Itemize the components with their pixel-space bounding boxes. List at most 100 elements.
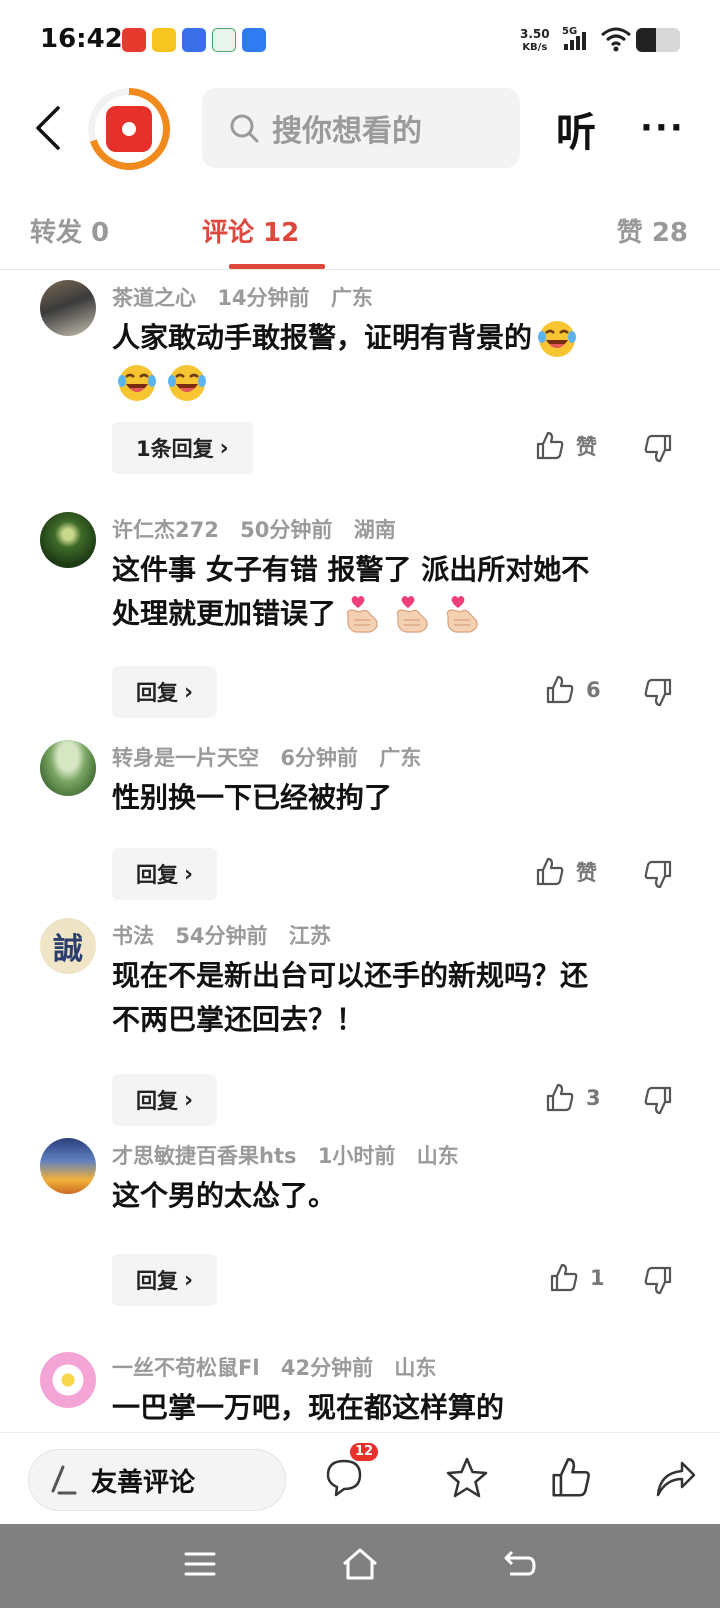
laughing-tears-emoji-icon	[116, 362, 158, 404]
net-speed-value: 3.50	[520, 27, 550, 41]
comment-author[interactable]: 转身是一片天空	[112, 746, 259, 770]
comment-time: 42分钟前	[280, 1356, 374, 1380]
finger-heart-emoji-icon	[440, 594, 482, 636]
comment-text-line: 不两巴掌还回去？！	[112, 1003, 365, 1036]
reply-button[interactable]: 回复 ›	[112, 848, 218, 900]
comment-author[interactable]: 书法	[112, 924, 154, 948]
like-button[interactable]: 3	[544, 1082, 601, 1114]
comment-tabs: 转发 0 评论 12 赞 28	[0, 200, 720, 270]
like-count: 1	[590, 1266, 605, 1290]
avatar[interactable]	[40, 1138, 96, 1194]
blue-app-icon	[242, 28, 266, 52]
reply-label: 回复	[136, 681, 178, 705]
avatar[interactable]: 誠	[40, 918, 96, 974]
tab-comments[interactable]: 评论 12	[202, 212, 299, 249]
comment-location: 湖南	[353, 518, 396, 542]
railway-app-icon	[212, 28, 236, 52]
hand-app-icon	[152, 28, 176, 52]
view-replies-button[interactable]: 1条回复 ›	[112, 422, 253, 474]
like-count: 3	[586, 1086, 601, 1110]
reply-button[interactable]: 回复 ›	[112, 1254, 218, 1306]
pen-icon	[51, 1465, 77, 1495]
laughing-tears-emoji-icon	[166, 362, 208, 404]
thumb-down-icon[interactable]	[642, 1264, 674, 1296]
comment-location: 广东	[379, 746, 422, 770]
comment-author[interactable]: 才思敏捷百香果hts	[112, 1144, 297, 1168]
reply-label: 回复	[136, 1269, 178, 1293]
net-speed-unit: KB/s	[522, 42, 548, 53]
back-button[interactable]	[30, 104, 70, 152]
thumb-up-icon	[544, 674, 576, 706]
comment-text-content: 人家敢动手敢报警，证明有背景的	[112, 321, 533, 354]
like-icon[interactable]	[548, 1455, 594, 1501]
comment-author[interactable]: 一丝不苟松鼠Fl	[112, 1356, 260, 1380]
thumb-up-icon	[544, 1082, 576, 1114]
comment-author[interactable]: 许仁杰272	[112, 518, 219, 542]
chevron-right-icon: ›	[184, 679, 194, 705]
back-nav-icon[interactable]	[502, 1546, 538, 1582]
active-tab-indicator	[229, 264, 325, 269]
finger-heart-emoji-icon	[390, 594, 432, 636]
thumb-down-icon[interactable]	[642, 432, 674, 464]
avatar[interactable]	[40, 512, 96, 568]
reply-button[interactable]: 回复 ›	[112, 666, 218, 718]
bottom-action-bar: 友善评论 12	[0, 1432, 720, 1524]
status-time: 16:42	[40, 24, 123, 54]
signal-icon: 5G	[562, 26, 590, 56]
comment-location: 山东	[416, 1144, 459, 1168]
comment-author[interactable]: 茶道之心	[112, 286, 196, 310]
avatar[interactable]	[40, 1352, 96, 1408]
star-icon[interactable]	[444, 1455, 490, 1501]
thumb-up-icon	[534, 430, 566, 462]
like-button[interactable]: 赞	[534, 856, 597, 888]
thumb-down-icon[interactable]	[642, 858, 674, 890]
menu-icon[interactable]	[182, 1546, 218, 1582]
comment-text: 人家敢动手敢报警，证明有背景的	[112, 316, 672, 404]
laughing-tears-emoji-icon	[536, 318, 578, 360]
battery-icon	[636, 28, 680, 52]
listen-button[interactable]: 听	[556, 100, 596, 158]
reply-label: 回复	[136, 863, 178, 887]
tab-likes[interactable]: 赞 28	[617, 212, 688, 249]
comment-time: 1小时前	[317, 1144, 396, 1168]
like-button[interactable]: 赞	[534, 430, 597, 462]
comment-count-badge: 12	[350, 1443, 378, 1461]
tab-reposts[interactable]: 转发 0	[30, 212, 109, 249]
comment-meta: 茶道之心 14分钟前 广东	[112, 282, 387, 312]
finger-heart-emoji-icon	[340, 594, 382, 636]
comment-meta: 书法 54分钟前 江苏	[112, 920, 345, 950]
publisher-logo[interactable]	[88, 88, 170, 170]
chevron-left-icon	[36, 106, 60, 150]
chevron-right-icon: ›	[219, 435, 229, 461]
home-icon[interactable]	[340, 1546, 380, 1582]
comment-text-line: 这件事 女子有错 报警了 派出所对她不	[112, 553, 590, 586]
system-nav-bar	[0, 1524, 720, 1608]
like-button[interactable]: 1	[548, 1262, 605, 1294]
avatar[interactable]	[40, 280, 96, 336]
wifi-icon	[600, 26, 632, 56]
toutiao-logo-icon	[106, 106, 152, 152]
baidu-app-icon	[182, 28, 206, 52]
reply-button[interactable]: 回复 ›	[112, 1074, 218, 1126]
search-placeholder: 搜你想看的	[272, 114, 422, 149]
comment-text: 一巴掌一万吧，现在都这样算的	[112, 1391, 505, 1424]
chevron-right-icon: ›	[184, 861, 194, 887]
comment-location: 江苏	[288, 924, 331, 948]
share-icon[interactable]	[652, 1455, 698, 1501]
more-options-button[interactable]: ···	[640, 108, 685, 148]
comment-input[interactable]: 友善评论	[28, 1449, 286, 1511]
comment-input-label: 友善评论	[91, 1467, 196, 1498]
comment-icon[interactable]	[322, 1455, 366, 1499]
thumb-down-icon[interactable]	[642, 1084, 674, 1116]
like-count: 赞	[576, 435, 597, 459]
search-input[interactable]: 搜你想看的	[202, 88, 520, 168]
thumb-up-icon	[548, 1262, 580, 1294]
comment-time: 54分钟前	[175, 924, 268, 948]
comment-meta: 一丝不苟松鼠Fl 42分钟前 山东	[112, 1352, 450, 1382]
like-count: 赞	[576, 861, 597, 885]
like-button[interactable]: 6	[544, 674, 601, 706]
comment-text-line: 处理就更加错误了	[112, 597, 337, 630]
thumb-down-icon[interactable]	[642, 676, 674, 708]
thumb-up-icon	[534, 856, 566, 888]
avatar[interactable]	[40, 740, 96, 796]
